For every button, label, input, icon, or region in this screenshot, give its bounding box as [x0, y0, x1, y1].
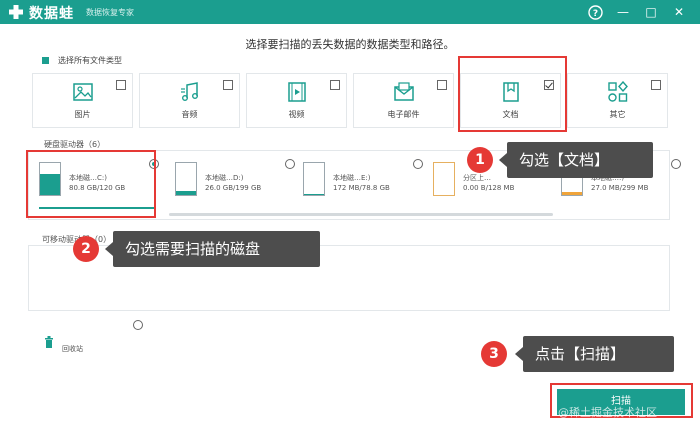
app-brand: 数据蛙	[29, 6, 74, 22]
drive-radio[interactable]	[285, 159, 295, 169]
svg-text:?: ?	[592, 9, 597, 19]
step-callout: 点击【扫描】	[515, 336, 674, 372]
close-button[interactable]: ✕	[670, 3, 688, 21]
email-icon	[393, 82, 414, 101]
drive-name: 本地磁…D:)	[205, 174, 244, 182]
drive-name: 分区上…	[463, 174, 491, 182]
drive-item[interactable]: 本地磁…E:) 172 MB/78.8 GB	[299, 159, 427, 211]
drive-size: 26.0 GB/199 GB	[205, 184, 262, 192]
image-icon	[72, 83, 93, 101]
help-button[interactable]: ?	[586, 3, 604, 21]
drives-section-label: 硬盘驱动器（6）	[44, 140, 106, 149]
drive-radio[interactable]	[671, 159, 681, 169]
step-badge: 1	[467, 147, 493, 173]
title-bar: 数据蛙 数据恢复专家 ? — □ ✕	[0, 0, 700, 24]
recycle-bin-label[interactable]: 回收站	[62, 344, 83, 354]
file-type-audio-checkbox[interactable]	[223, 80, 233, 90]
step-badge: 3	[481, 341, 507, 367]
select-all-file-types[interactable]: 选择所有文件类型	[42, 55, 122, 66]
watermark: @稀土掘金技术社区	[558, 406, 657, 419]
file-type-video-checkbox[interactable]	[330, 80, 340, 90]
video-icon	[287, 82, 306, 102]
file-type-audio[interactable]: 音频	[139, 73, 240, 128]
file-type-video[interactable]: 视频	[246, 73, 347, 128]
file-type-email[interactable]: 电子邮件	[353, 73, 454, 128]
music-icon	[180, 82, 198, 101]
help-icon: ?	[587, 5, 603, 20]
file-type-label: 图片	[74, 110, 91, 119]
drive-size: 0.00 B/128 MB	[463, 184, 515, 192]
highlight-drive-box	[26, 150, 156, 218]
drive-radio[interactable]	[413, 159, 423, 169]
file-type-email-checkbox[interactable]	[437, 80, 447, 90]
maximize-button[interactable]: □	[642, 3, 660, 21]
file-type-label: 音频	[181, 110, 198, 119]
select-all-label: 选择所有文件类型	[58, 56, 122, 65]
recycle-bin-radio[interactable]	[133, 320, 143, 330]
file-type-label: 其它	[609, 110, 626, 119]
other-icon	[607, 81, 628, 102]
file-type-image-checkbox[interactable]	[116, 80, 126, 90]
recycle-bin-icon	[45, 336, 53, 348]
drive-name: 本地磁…E:)	[333, 174, 371, 182]
file-type-other-checkbox[interactable]	[651, 80, 661, 90]
step-badge: 2	[73, 236, 99, 262]
step-callout: 勾选【文档】	[499, 142, 653, 178]
highlight-document-box	[458, 56, 567, 132]
drive-size: 27.0 MB/299 MB	[591, 184, 649, 192]
drive-disk-icon	[175, 162, 197, 196]
drive-disk-icon	[303, 162, 325, 196]
file-type-grid: 图片 音频 视频 电子邮件 文档 其它	[32, 73, 670, 128]
file-type-label: 视频	[288, 110, 305, 119]
select-all-checkbox[interactable]	[42, 57, 49, 64]
partition-disk-icon	[433, 162, 455, 196]
file-type-label: 电子邮件	[387, 110, 420, 119]
instruction-text: 选择要扫描的丢失数据的数据类型和路径。	[245, 38, 455, 51]
file-type-image[interactable]: 图片	[32, 73, 133, 128]
file-type-other[interactable]: 其它	[567, 73, 668, 128]
drive-item[interactable]: 本地磁…D:) 26.0 GB/199 GB	[171, 159, 299, 211]
step-callout: 勾选需要扫描的磁盘	[105, 231, 320, 267]
minimize-button[interactable]: —	[614, 3, 632, 21]
drives-scrollbar[interactable]	[169, 213, 553, 216]
drive-size: 172 MB/78.8 GB	[333, 184, 390, 192]
app-logo-icon	[9, 5, 23, 19]
app-subtitle: 数据恢复专家	[86, 8, 134, 17]
